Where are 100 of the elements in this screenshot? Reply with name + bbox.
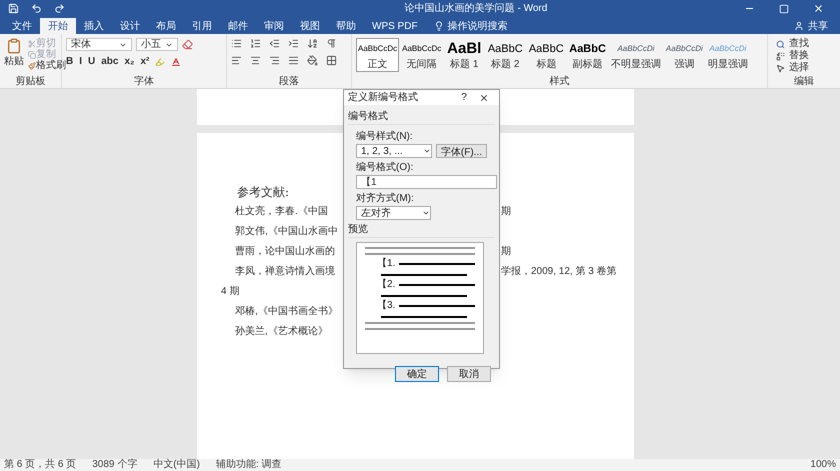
pointer-icon <box>776 64 785 72</box>
share-button[interactable]: 共享 <box>794 18 836 34</box>
format-button[interactable]: U <box>88 56 96 68</box>
reference-text: 孙美兰,《艺术概论》 <box>235 324 328 339</box>
style-gallery-item[interactable]: AaBbCcDi 明显强调 <box>706 38 750 72</box>
reference-text: 学报，2009, 12, 第 3 卷第 <box>501 264 617 279</box>
format-painter-button[interactable]: 格式刷 <box>28 60 66 71</box>
lightbulb-icon[interactable] <box>434 21 444 31</box>
clear-format-icon[interactable] <box>182 38 193 51</box>
style-gallery-item[interactable]: AaBbCcDc 正文 <box>356 38 400 72</box>
save-icon[interactable] <box>8 3 19 14</box>
language-status: 中文(中国) <box>153 460 200 470</box>
font-name-field[interactable]: 宋体 <box>66 38 132 51</box>
section-label: 编号格式 <box>348 109 495 125</box>
font-size-field[interactable]: 小五 <box>136 38 178 51</box>
ribbon-tab[interactable]: 设计 <box>112 18 148 34</box>
reference-text: 郭文伟,《中国山水画中 <box>235 224 338 239</box>
zoom-level[interactable]: 100% <box>810 460 836 470</box>
help-button[interactable]: ? <box>455 90 473 105</box>
dialog-title: 定义新编号格式 <box>348 90 419 105</box>
replace-icon <box>776 52 785 60</box>
justify-icon[interactable] <box>288 55 299 66</box>
group-label: 剪贴板 <box>14 76 46 88</box>
group-label: 编辑 <box>793 76 815 88</box>
field-label: 编号格式(O): <box>356 160 414 175</box>
reference-text: 4 期 <box>221 284 240 299</box>
ribbon-tab[interactable]: 审阅 <box>256 18 292 34</box>
scissors-icon <box>28 40 36 48</box>
references-heading: 参考文献: <box>237 184 290 201</box>
cancel-button[interactable]: 取消 <box>447 366 491 382</box>
align-right-icon[interactable] <box>269 55 280 66</box>
ribbon-tab[interactable]: 视图 <box>292 18 328 34</box>
style-gallery-item[interactable]: AaBbC 标题 <box>526 38 566 72</box>
accessibility-status[interactable]: 辅助功能: 调查 <box>216 460 282 470</box>
preview-number: 【1. <box>377 259 396 269</box>
reference-text: 邓椿,《中国书画全书》 <box>235 304 338 319</box>
reference-text: 杜文亮，李春.《中国 <box>235 204 328 219</box>
reference-text: 曹雨，论中国山水画的 <box>235 244 335 259</box>
sort-icon[interactable] <box>307 38 318 49</box>
borders-icon[interactable] <box>326 55 337 66</box>
tell-me-search[interactable]: 操作说明搜索 <box>448 18 508 34</box>
align-left-icon[interactable] <box>231 55 242 66</box>
numbered-list-icon[interactable] <box>250 38 261 49</box>
style-gallery-item[interactable]: AaBbCcDc 无间隔 <box>400 38 444 72</box>
ribbon-tab[interactable]: 文件 <box>4 18 40 34</box>
align-center-icon[interactable] <box>250 55 261 66</box>
close-icon <box>479 92 489 102</box>
decrease-indent-icon[interactable] <box>269 38 280 49</box>
maximize-icon[interactable] <box>779 4 789 14</box>
format-button[interactable]: x² <box>140 56 150 68</box>
pilcrow-icon[interactable] <box>326 38 337 49</box>
reference-text: 期 <box>501 244 511 259</box>
close-icon[interactable] <box>813 3 824 14</box>
ribbon-tab[interactable]: 布局 <box>148 18 184 34</box>
paintbrush-icon <box>28 62 36 70</box>
reference-text: 李凤，禅意诗情入画境 <box>235 264 335 279</box>
font-color-icon[interactable] <box>171 57 182 67</box>
copy-icon <box>28 50 36 58</box>
redo-icon[interactable] <box>54 3 65 14</box>
replace-button[interactable]: 替换 <box>776 50 832 62</box>
clipboard-icon <box>6 38 22 54</box>
number-format-field[interactable]: 【1 <box>356 175 497 189</box>
style-gallery-item[interactable]: AaBbCcDi 强调 <box>664 38 705 72</box>
alignment-select[interactable]: 左对齐 <box>356 206 431 220</box>
style-gallery-item[interactable]: AaBbC 副标题 <box>567 38 608 72</box>
style-gallery-item[interactable]: AaBbC 标题 2 <box>485 38 526 72</box>
format-button[interactable]: B <box>66 56 74 68</box>
ribbon-tab[interactable]: 开始 <box>40 18 76 34</box>
reference-text: 期 <box>501 204 511 219</box>
field-label: 对齐方式(M): <box>356 192 415 206</box>
style-gallery-item[interactable]: AaBl 标题 1 <box>444 38 484 72</box>
page-count: 第 6 页，共 6 页 <box>4 460 76 470</box>
format-button[interactable]: I <box>79 56 82 68</box>
ribbon-tab[interactable]: 邮件 <box>220 18 256 34</box>
increase-indent-icon[interactable] <box>288 38 299 49</box>
window-title: 论中国山水画的美学问题 - Word <box>404 2 548 16</box>
font-button[interactable]: 字体(F)... <box>436 144 487 158</box>
format-button[interactable]: abc <box>101 56 118 68</box>
ok-button[interactable]: 确定 <box>395 366 439 382</box>
find-button[interactable]: 查找 <box>776 38 832 50</box>
shading-icon[interactable] <box>307 55 318 66</box>
number-style-select[interactable]: 1, 2, 3, ... <box>356 144 432 158</box>
word-count: 3089 个字 <box>92 460 138 470</box>
style-gallery-item[interactable]: AaBbCcDi 不明显强调 <box>608 38 663 72</box>
paste-button[interactable]: 粘贴 <box>4 38 24 76</box>
select-button[interactable]: 选择 <box>776 62 832 74</box>
preview-number: 【3. <box>377 301 396 311</box>
bullet-list-icon[interactable] <box>231 38 242 49</box>
undo-icon[interactable] <box>31 3 42 14</box>
ribbon-tab[interactable]: 插入 <box>76 18 112 34</box>
group-label: 段落 <box>278 76 300 88</box>
chevron-down-icon <box>422 209 430 217</box>
format-button[interactable]: x₂ <box>124 56 134 68</box>
ribbon-tab[interactable]: 引用 <box>184 18 220 34</box>
ribbon-tab[interactable]: WPS PDF <box>364 18 426 34</box>
preview-number: 【2. <box>377 280 396 290</box>
ribbon-tab[interactable]: 帮助 <box>328 18 364 34</box>
field-label: 编号样式(N): <box>356 130 414 144</box>
group-label: 样式 <box>548 76 570 88</box>
chevron-down-icon <box>422 147 431 155</box>
